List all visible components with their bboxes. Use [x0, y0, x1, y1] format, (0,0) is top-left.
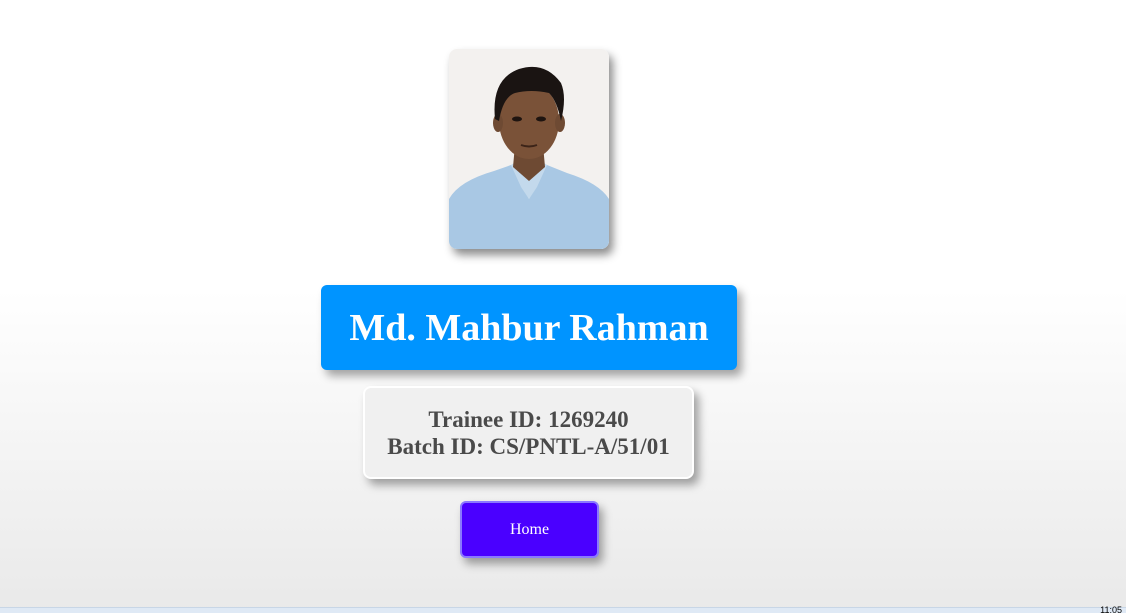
taskbar — [0, 607, 1126, 613]
home-button[interactable]: Home — [460, 501, 599, 558]
name-banner: Md. Mahbur Rahman — [321, 285, 737, 370]
profile-photo — [449, 49, 609, 249]
portrait-image — [449, 49, 609, 249]
trainee-info-card: Trainee ID: 1269240 Batch ID: CS/PNTL-A/… — [363, 386, 694, 479]
home-button-label: Home — [509, 520, 550, 538]
trainee-id-text: Trainee ID: 1269240 — [428, 406, 629, 432]
batch-id-text: Batch ID: CS/PNTL-A/51/01 — [387, 433, 670, 459]
profile-name: Md. Mahbur Rahman — [349, 306, 709, 349]
taskbar-clock: 11:05 — [1100, 606, 1122, 613]
